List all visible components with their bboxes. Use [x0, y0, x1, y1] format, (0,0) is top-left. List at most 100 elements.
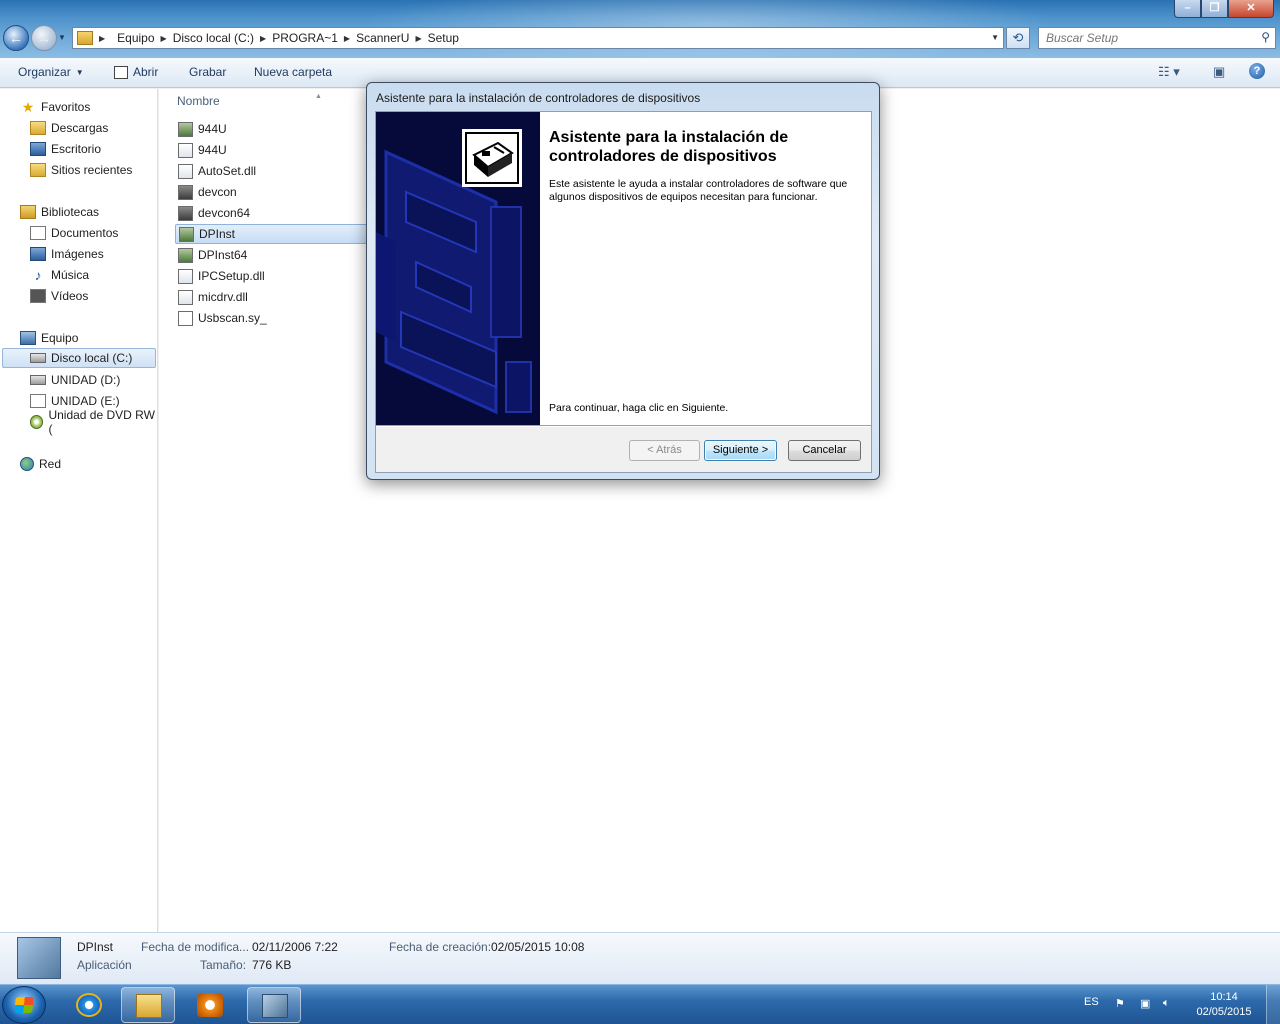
nav-drive-d[interactable]: UNIDAD (D:) [30, 370, 120, 390]
help-icon[interactable]: ? [1249, 63, 1265, 79]
nav-label: Escritorio [51, 142, 102, 156]
file-item[interactable]: devcon64 [175, 203, 367, 223]
nav-libraries[interactable]: Bibliotecas [20, 202, 99, 222]
minimize-button[interactable]: – [1174, 0, 1201, 18]
nav-label: Descargas [51, 121, 109, 135]
breadcrumb-root[interactable]: ▶ [99, 34, 111, 43]
nav-desktop[interactable]: Escritorio [30, 139, 101, 159]
system-clock[interactable]: 10:14 02/05/2015 [1188, 990, 1260, 1020]
nav-documents[interactable]: Documentos [30, 223, 118, 243]
taskbar-windows-explorer[interactable] [121, 987, 175, 1023]
file-item-selected[interactable]: DPInst [175, 224, 367, 244]
desktop-icon [30, 142, 46, 156]
close-button[interactable]: ✕ [1228, 0, 1274, 18]
new-folder-button[interactable]: Nueva carpeta [254, 65, 332, 79]
chevron-right-icon: ▶ [160, 33, 167, 43]
file-name: devcon64 [198, 206, 251, 220]
file-name: Usbscan.sy_ [198, 311, 267, 325]
file-item[interactable]: micdrv.dll [175, 287, 367, 307]
breadcrumb-label: Disco local (C:) [172, 31, 255, 45]
cancel-button[interactable]: Cancelar [788, 440, 861, 461]
preview-pane-icon[interactable]: ▣ [1213, 64, 1225, 80]
column-header-name[interactable]: Nombre ▲ [177, 93, 322, 108]
file-item[interactable]: 944U [175, 140, 367, 160]
start-button[interactable] [2, 986, 46, 1024]
breadcrumb-setup[interactable]: ▶ Setup [415, 31, 459, 45]
title-bar: – ❐ ✕ ← → ▼ ▶ Equipo ▶ Disco local (C:) ▶… [0, 0, 1280, 70]
file-item[interactable]: DPInst64 [175, 245, 367, 265]
star-icon: ★ [21, 99, 35, 115]
nav-music[interactable]: ♪ Música [30, 265, 90, 285]
file-item[interactable]: devcon [175, 182, 367, 202]
window-controls: – ❐ ✕ [1174, 0, 1274, 18]
recent-places-icon [30, 163, 46, 177]
breadcrumb-progra[interactable]: ▶ PROGRA~1 [260, 31, 338, 45]
nav-videos[interactable]: Vídeos [30, 286, 88, 306]
organize-menu[interactable]: Organizar ▼ [18, 65, 84, 79]
taskbar-dpinst[interactable] [247, 987, 301, 1023]
installer-icon [178, 247, 193, 263]
file-name: 944U [198, 143, 227, 157]
nav-label: Equipo [41, 331, 79, 345]
open-button[interactable]: Abrir [114, 65, 158, 79]
nav-favorites[interactable]: ★ Favoritos [20, 97, 91, 117]
address-bar[interactable]: ▶ Equipo ▶ Disco local (C:) ▶ PROGRA~1 ▶ Sc… [72, 27, 1004, 49]
nav-label: Música [51, 268, 90, 282]
burn-label: Grabar [189, 65, 227, 79]
taskbar: ES ⚑ ▣ 🔈︎ 10:14 02/05/2015 [0, 984, 1280, 1024]
show-desktop-button[interactable] [1266, 985, 1280, 1024]
breadcrumb-label: ScannerU [356, 31, 410, 45]
burn-button[interactable]: Grabar [189, 65, 226, 79]
taskbar-internet-explorer[interactable] [62, 987, 116, 1023]
address-dropdown-icon[interactable]: ▼ [991, 33, 999, 42]
view-options-icon[interactable]: ☷ ▾ [1158, 64, 1180, 80]
maximize-button[interactable]: ❐ [1201, 0, 1228, 18]
installer-icon [262, 994, 288, 1018]
nav-computer[interactable]: Equipo [20, 328, 78, 348]
details-file-name: DPInst [77, 940, 114, 954]
breadcrumb-disco-local[interactable]: ▶ Disco local (C:) [161, 31, 255, 45]
back-button[interactable]: ← [3, 25, 29, 51]
videos-icon [30, 289, 46, 303]
volume-icon[interactable]: 🔈︎ [1163, 997, 1170, 1010]
windows-logo-icon [14, 997, 34, 1013]
setup-file-icon [178, 121, 193, 137]
details-size-label: Tamaño: [200, 958, 247, 972]
search-box[interactable]: ⚲ [1038, 27, 1276, 49]
next-button[interactable]: Siguiente > [704, 440, 777, 461]
file-item[interactable]: AutoSet.dll [175, 161, 367, 181]
nav-recent[interactable]: Sitios recientes [30, 160, 132, 180]
nav-network[interactable]: Red [20, 454, 61, 474]
file-name: DPInst [199, 227, 236, 241]
chevron-right-icon: ▶ [415, 33, 422, 43]
nav-local-disk[interactable]: Disco local (C:) [2, 348, 156, 368]
nav-downloads[interactable]: Descargas [30, 118, 108, 138]
file-name: devcon [198, 185, 237, 199]
forward-button[interactable]: → [31, 25, 57, 51]
navigation-pane: ★ Favoritos Descargas Escritorio Sitios r… [0, 89, 158, 932]
breadcrumb-equipo[interactable]: Equipo [117, 31, 154, 45]
computer-icon [20, 331, 36, 345]
drive-icon [30, 375, 46, 385]
executable-icon [178, 205, 193, 221]
search-icon[interactable]: ⚲ [1261, 30, 1270, 44]
search-input[interactable] [1046, 28, 1246, 48]
dll-file-icon [178, 289, 193, 305]
refresh-button[interactable]: ⟲ [1006, 27, 1030, 49]
details-created-value: 02/05/2015 10:08 [491, 940, 585, 954]
nav-dvd[interactable]: Unidad de DVD RW ( [30, 408, 157, 436]
nav-images[interactable]: Imágenes [30, 244, 104, 264]
language-indicator[interactable]: ES [1084, 996, 1099, 1008]
file-item[interactable]: 944U [175, 119, 367, 139]
taskbar-media-player[interactable] [183, 987, 237, 1023]
clock-time: 10:14 [1210, 991, 1238, 1003]
network-status-icon[interactable]: ▣ [1140, 997, 1150, 1010]
file-item[interactable]: Usbscan.sy_ [175, 308, 367, 328]
file-item[interactable]: IPCSetup.dll [175, 266, 367, 286]
back-button[interactable]: < Atrás [629, 440, 700, 461]
nav-label: Bibliotecas [41, 205, 100, 219]
breadcrumb-scanneru[interactable]: ▶ ScannerU [344, 31, 410, 45]
recent-pages-dropdown[interactable]: ▼ [58, 33, 66, 42]
action-center-flag-icon[interactable]: ⚑ [1115, 997, 1125, 1010]
installer-icon [179, 226, 194, 242]
